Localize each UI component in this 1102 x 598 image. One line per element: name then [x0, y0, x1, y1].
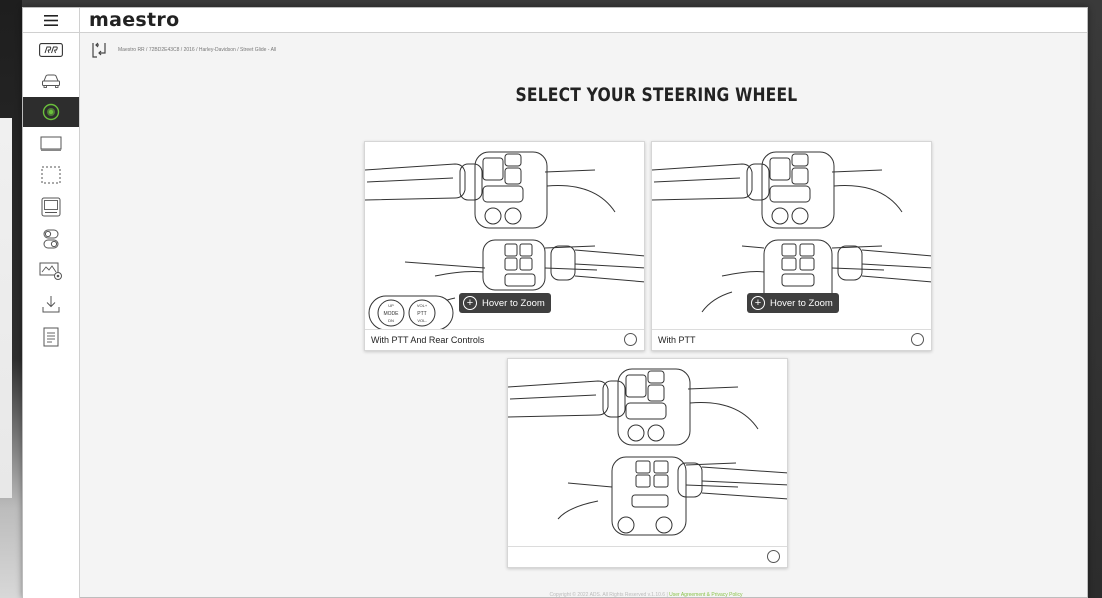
steering-control-image: UP MODE DN VOL+ PTT VOL- + Hover to Zoom [365, 142, 644, 330]
breadcrumb: Maestro RR / 72BD2E43C8 / 2016 / Harley-… [118, 47, 277, 53]
option-radio[interactable] [624, 333, 637, 346]
option-card[interactable]: + Hover to Zoom With PTT [651, 141, 932, 351]
sidebar-item-display[interactable] [23, 129, 79, 159]
handlebar-drawing [508, 368, 787, 536]
steering-control-image: + Hover to Zoom [652, 142, 931, 330]
option-card[interactable] [507, 358, 788, 568]
option-caption [508, 546, 787, 567]
svg-text:VOL+: VOL+ [417, 303, 428, 308]
back-arrow-icon [92, 42, 106, 58]
hover-to-zoom-button[interactable]: + Hover to Zoom [459, 293, 551, 313]
document-icon [43, 327, 59, 347]
download-icon [42, 296, 60, 313]
steering-control-image [508, 359, 787, 547]
svg-text:MODE: MODE [384, 311, 400, 317]
sidebar-item-features[interactable] [23, 256, 79, 286]
back-button[interactable] [91, 41, 107, 64]
menu-button[interactable] [23, 8, 80, 33]
monitor-icon [40, 136, 62, 151]
car-icon [42, 74, 60, 88]
top-bar: maestro [23, 8, 1087, 33]
background-light-panel [0, 118, 12, 498]
svg-text:PTT: PTT [417, 311, 426, 317]
option-label: With PTT And Rear Controls [371, 335, 485, 345]
radio-unit-icon [41, 197, 61, 217]
sidebar-item-dash[interactable] [23, 160, 79, 190]
zoom-plus-icon: + [463, 296, 477, 310]
sidebar-item-rr-logo[interactable] [23, 35, 79, 65]
sidebar-item-radio[interactable] [23, 192, 79, 222]
steering-wheel-icon [42, 103, 60, 121]
svg-text:DN: DN [388, 318, 394, 323]
sidebar-item-download[interactable] [23, 289, 79, 319]
footer: Copyright © 2022 ADS. All Rights Reserve… [81, 592, 1102, 598]
privacy-policy-link[interactable]: User Agreement & Privacy Policy [669, 592, 742, 598]
hover-to-zoom-label: Hover to Zoom [770, 297, 833, 309]
option-radio[interactable] [911, 333, 924, 346]
hamburger-icon [44, 15, 58, 26]
hover-to-zoom-button[interactable]: + Hover to Zoom [747, 293, 839, 313]
zoom-plus-icon: + [751, 296, 765, 310]
option-caption: With PTT And Rear Controls [365, 329, 644, 350]
sidebar-item-toggles[interactable] [23, 224, 79, 254]
svg-text:UP: UP [388, 303, 394, 308]
sidebar [23, 33, 80, 598]
app-window: maestro Maestro RR / 72BD2E43C8 / 2016 /… [22, 7, 1088, 598]
rr-logo-icon [39, 43, 63, 57]
dashed-frame-icon [41, 166, 61, 184]
sidebar-item-document[interactable] [23, 322, 79, 352]
page-title: SELECT YOUR STEERING WHEEL [515, 84, 798, 106]
option-card[interactable]: UP MODE DN VOL+ PTT VOL- + Hover to Zoom… [364, 141, 645, 351]
option-label: With PTT [658, 335, 696, 345]
hover-to-zoom-label: Hover to Zoom [482, 297, 545, 309]
option-caption: With PTT [652, 329, 931, 350]
toggles-icon [43, 229, 59, 249]
option-radio[interactable] [767, 550, 780, 563]
app-logo: maestro [89, 9, 180, 31]
sidebar-item-vehicle[interactable] [23, 66, 79, 96]
svg-text:VOL-: VOL- [417, 318, 427, 323]
background-left [0, 0, 22, 598]
sidebar-item-steering-wheel[interactable] [23, 97, 79, 127]
footer-copyright: Copyright © 2022 ADS. All Rights Reserve… [549, 592, 670, 598]
main-content: Maestro RR / 72BD2E43C8 / 2016 / Harley-… [81, 33, 1087, 598]
features-icon [39, 262, 62, 280]
